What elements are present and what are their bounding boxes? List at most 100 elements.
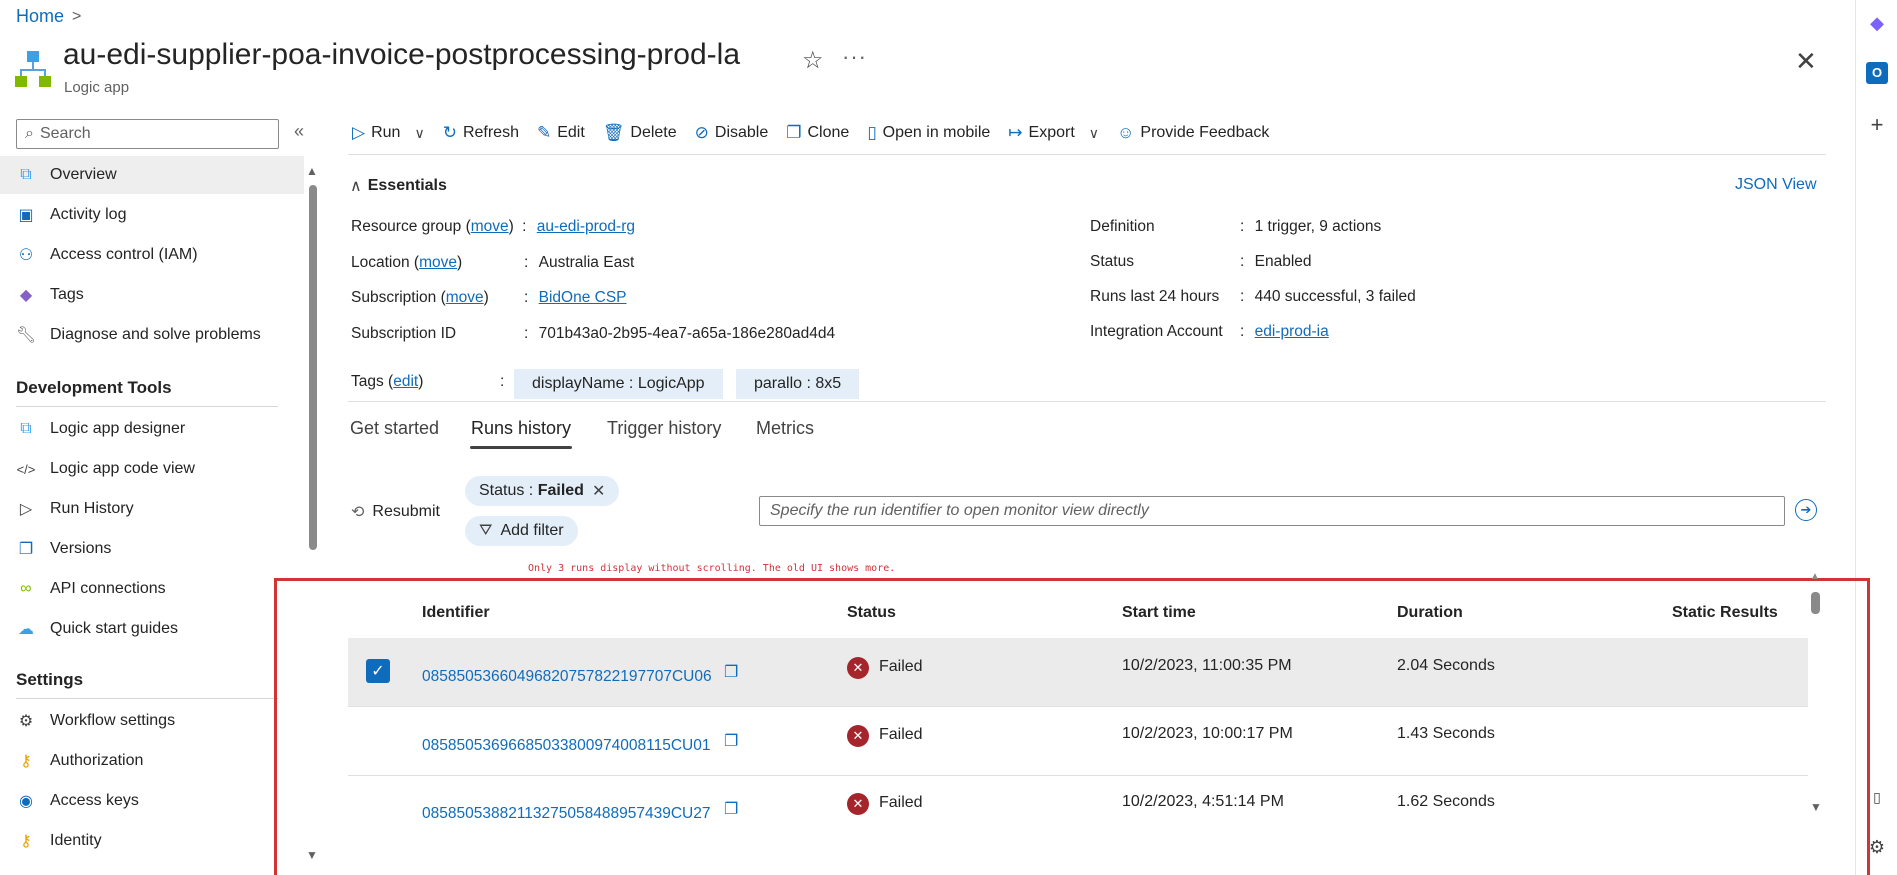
pencil-icon: ✎: [536, 123, 552, 142]
table-scrollbar[interactable]: [1811, 592, 1820, 614]
failed-status-icon: ✕: [847, 725, 869, 747]
run-duration: 1.62 Seconds: [1397, 793, 1495, 810]
subscription-link[interactable]: BidOne CSP: [539, 289, 627, 306]
add-icon[interactable]: +: [1866, 114, 1888, 136]
clone-button[interactable]: ❐ Clone: [786, 123, 849, 143]
json-view-link[interactable]: JSON View: [1735, 176, 1817, 194]
more-options-icon[interactable]: ···: [842, 44, 867, 70]
column-header-start-time[interactable]: Start time: [1122, 604, 1196, 622]
definition-label: Definition: [1090, 218, 1155, 235]
collapse-sidebar-icon[interactable]: «: [294, 121, 304, 142]
add-filter-button[interactable]: ⛛ Add filter: [465, 516, 578, 546]
remove-filter-icon[interactable]: ✕: [592, 481, 605, 501]
table-row[interactable]: 08585053696685033800974008115CU01 ❐ ✕ Fa…: [348, 707, 1808, 776]
section-heading-dev-tools: Development Tools: [16, 378, 172, 397]
sidebar-item-overview[interactable]: ⧉ Overview: [0, 156, 304, 194]
feedback-button[interactable]: ☺ Provide Feedback: [1117, 123, 1269, 143]
run-status: Failed: [879, 794, 923, 811]
sidebar-item-tags[interactable]: ◆ Tags: [0, 276, 304, 314]
table-scroll-up-icon[interactable]: ▲: [1810, 571, 1820, 582]
run-identifier-link[interactable]: 08585053660496820757822197707CU06: [422, 668, 712, 686]
location-value: : Australia East: [524, 254, 635, 271]
table-row[interactable]: 08585053882113275058488957439CU27 ❐ ✕ Fa…: [348, 776, 1808, 845]
tab-get-started[interactable]: Get started: [350, 418, 439, 439]
copilot-icon[interactable]: ◆: [1866, 12, 1888, 34]
export-button[interactable]: ↦ Export ∨: [1008, 123, 1099, 143]
run-identifier-link[interactable]: 08585053696685033800974008115CU01: [422, 737, 710, 755]
column-header-identifier[interactable]: Identifier: [422, 604, 490, 622]
sidebar-item-activity-log[interactable]: ▣ Activity log: [0, 196, 304, 234]
copy-icon[interactable]: ❐: [724, 799, 738, 819]
copy-icon[interactable]: ❐: [724, 662, 738, 682]
chevron-down-icon[interactable]: ∨: [1089, 125, 1099, 142]
sidebar-item-run-history[interactable]: ▷ Run History: [0, 490, 304, 528]
edit-button[interactable]: ✎ Edit: [537, 123, 585, 143]
run-start-time: 10/2/2023, 11:00:35 PM: [1122, 657, 1292, 674]
row-checkbox[interactable]: ✓: [366, 659, 390, 683]
table-scroll-down-icon[interactable]: ▼: [1810, 800, 1822, 814]
tab-runs-history[interactable]: Runs history: [471, 418, 571, 439]
resubmit-button[interactable]: ⟲ Resubmit: [351, 502, 440, 522]
open-mobile-button[interactable]: ▯ Open in mobile: [867, 123, 990, 143]
refresh-button[interactable]: ↻ Refresh: [443, 123, 519, 143]
essentials-toggle[interactable]: ∧ Essentials: [350, 176, 447, 196]
sidebar-item-access-keys[interactable]: ◉ Access keys: [0, 782, 304, 820]
gear-icon: ⚙: [18, 713, 34, 730]
tab-trigger-history[interactable]: Trigger history: [607, 418, 721, 439]
table-row[interactable]: ✓ 08585053660496820757822197707CU06 ❐ ✕ …: [348, 638, 1808, 707]
location-row: Location (move): [351, 254, 463, 271]
outlook-icon[interactable]: O: [1866, 62, 1888, 84]
breadcrumb-home[interactable]: Home: [16, 6, 64, 27]
sidebar-item-identity[interactable]: ⚷ Identity: [0, 822, 304, 860]
runs-value: : 440 successful, 3 failed: [1240, 288, 1416, 305]
column-header-status[interactable]: Status: [847, 604, 896, 622]
search-input[interactable]: ⌕ Search: [16, 119, 279, 149]
sidebar-item-diagnose[interactable]: 🔧︎ Diagnose and solve problems: [0, 316, 304, 354]
sidebar-item-api-connections[interactable]: ∞ API connections: [0, 570, 304, 608]
tab-metrics[interactable]: Metrics: [756, 418, 814, 439]
breadcrumb: Home >: [16, 6, 81, 27]
sidebar-item-code-view[interactable]: </> Logic app code view: [0, 450, 304, 488]
chevron-up-icon: ∧: [350, 178, 362, 195]
sidebar-item-workflow-settings[interactable]: ⚙ Workflow settings: [0, 702, 304, 740]
sidebar-item-iam[interactable]: ⚇ Access control (IAM): [0, 236, 304, 274]
annotation-note: Only 3 runs display without scrolling. T…: [528, 563, 896, 574]
sidebar-item-designer[interactable]: ⧉ Logic app designer: [0, 410, 304, 448]
column-header-static-results[interactable]: Static Results: [1672, 604, 1778, 622]
divider: [16, 698, 278, 699]
run-button[interactable]: ▷ Run ∨: [352, 123, 425, 143]
status-filter-pill[interactable]: Status : Failed ✕: [465, 476, 620, 506]
copy-icon: ❐: [786, 123, 802, 142]
versions-icon: ❐: [18, 541, 34, 558]
run-identifier-link[interactable]: 08585053882113275058488957439CU27: [422, 805, 710, 823]
favorite-star-icon[interactable]: ☆: [802, 46, 824, 75]
run-history-icon: ▷: [19, 501, 33, 518]
sidebar-item-authorization[interactable]: ⚷ Authorization: [0, 742, 304, 780]
run-start-time: 10/2/2023, 10:00:17 PM: [1122, 725, 1293, 742]
run-identifier-input[interactable]: Specify the run identifier to open monit…: [759, 496, 1785, 526]
divider: [348, 401, 1826, 402]
disable-button[interactable]: ⊘ Disable: [695, 123, 769, 143]
move-link[interactable]: move: [471, 218, 509, 235]
code-icon: </>: [16, 461, 36, 477]
sidebar-item-quick-start[interactable]: ☁ Quick start guides: [0, 610, 304, 648]
move-link[interactable]: move: [446, 289, 484, 306]
chevron-down-icon[interactable]: ∨: [414, 125, 424, 142]
column-header-duration[interactable]: Duration: [1397, 604, 1463, 622]
tag-chip: parallo : 8x5: [736, 369, 860, 399]
copy-icon[interactable]: ❐: [724, 731, 738, 751]
integration-account-link[interactable]: edi-prod-ia: [1255, 323, 1329, 340]
delete-button[interactable]: 🗑︎ Delete: [603, 123, 677, 143]
move-link[interactable]: move: [419, 254, 457, 271]
sidebar-item-versions[interactable]: ❐ Versions: [0, 530, 304, 568]
subscription-id-label: Subscription ID: [351, 325, 457, 342]
go-arrow-icon[interactable]: ➔: [1795, 499, 1817, 521]
designer-icon: ⧉: [20, 420, 32, 437]
close-icon[interactable]: ✕: [1795, 46, 1817, 77]
sidebar-scrollbar[interactable]: [309, 185, 317, 550]
sidebar-scroll-up-icon[interactable]: ▲: [306, 164, 318, 178]
tags-row: Tags (edit): [351, 373, 424, 390]
resource-group-link[interactable]: au-edi-prod-rg: [537, 218, 635, 235]
edit-tags-link[interactable]: edit: [393, 373, 418, 390]
logic-app-icon: ⧉: [20, 166, 32, 183]
